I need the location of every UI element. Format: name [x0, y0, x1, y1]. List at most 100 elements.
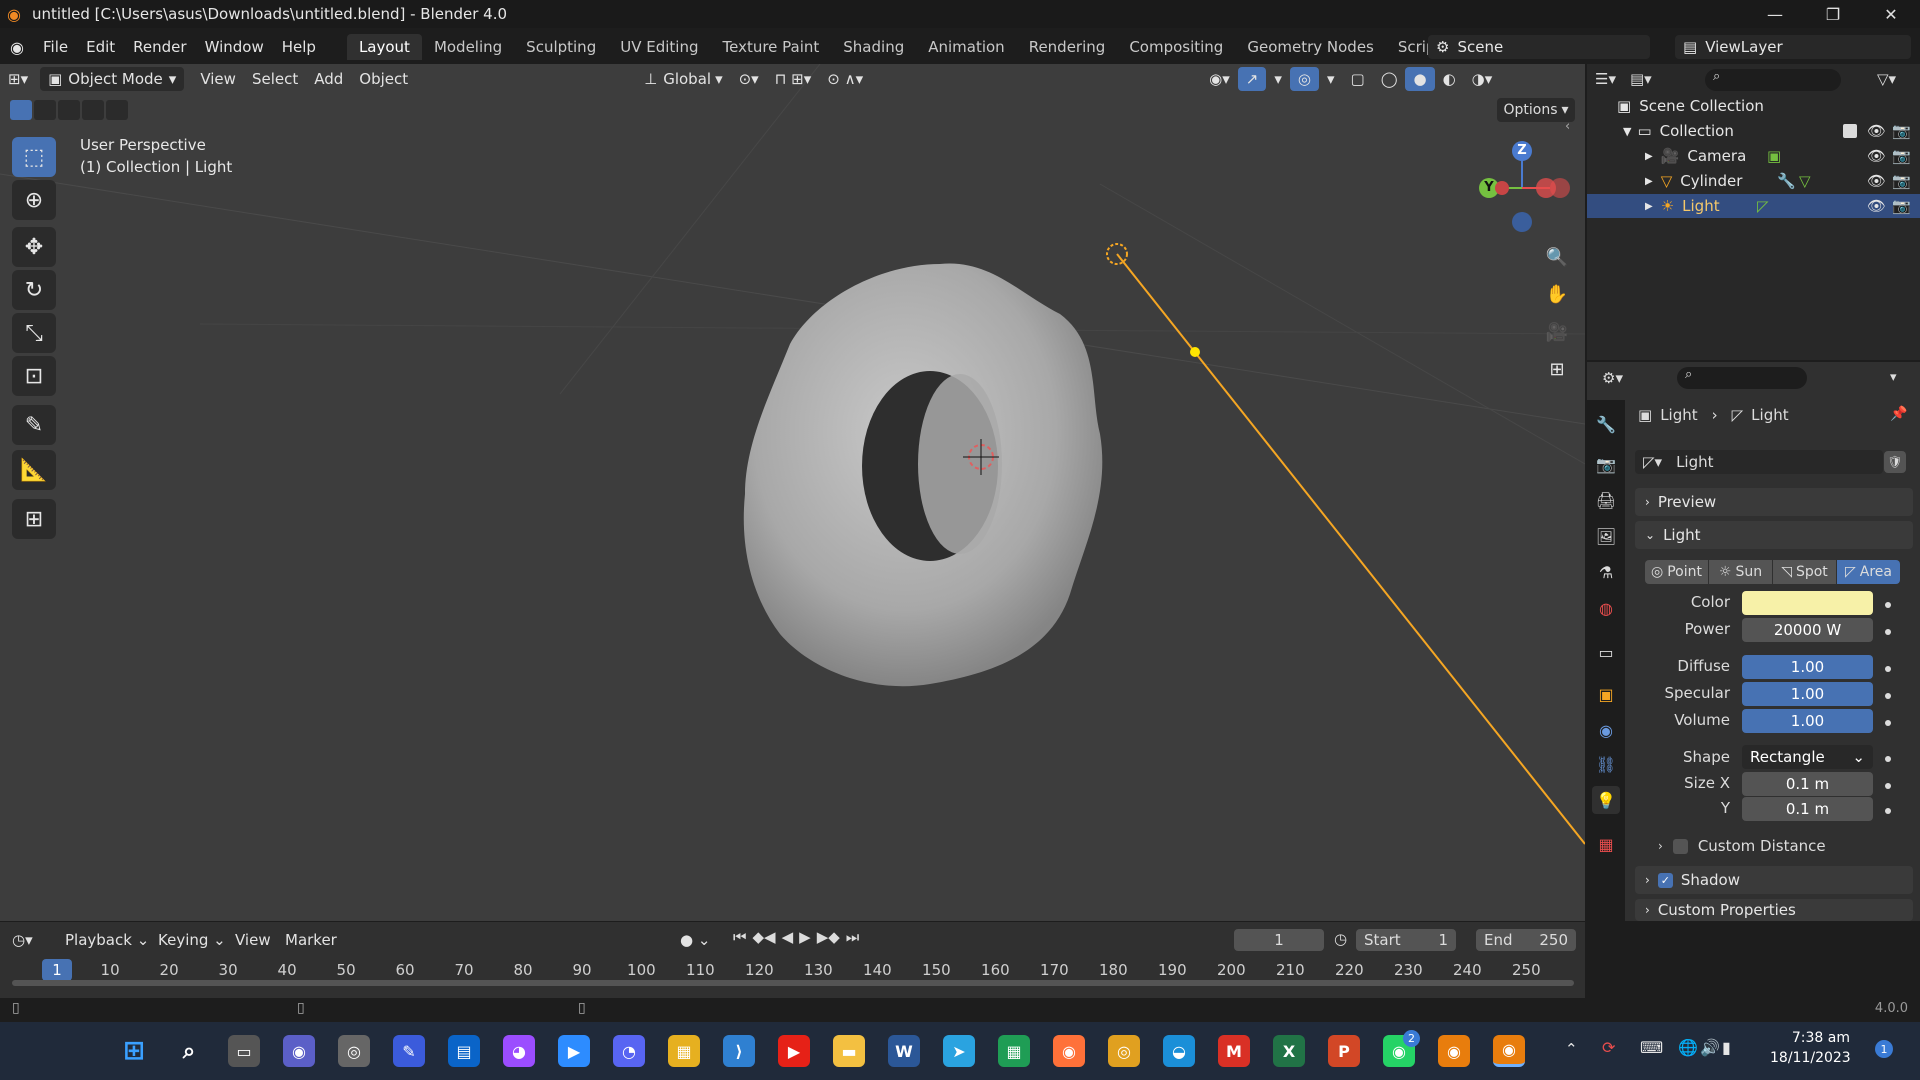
menu-object[interactable]: Object — [351, 67, 416, 91]
battery-icon[interactable]: ▮ — [1722, 1038, 1731, 1057]
notification-badge[interactable]: 1 — [1875, 1040, 1893, 1058]
overlay-dropdown-icon[interactable]: ▾ — [1319, 67, 1343, 91]
annotate-tool-icon[interactable]: ✎ — [12, 405, 56, 445]
light-type-sun[interactable]: ☼ Sun — [1708, 560, 1772, 584]
collection-tab-icon[interactable]: ▭ — [1592, 638, 1620, 666]
start-frame-field[interactable]: Start 1 — [1356, 929, 1456, 951]
options-button[interactable]: Options ▾ — [1497, 98, 1575, 122]
discord-icon[interactable]: ◔ — [613, 1035, 645, 1067]
panel-light[interactable]: ⌄ Light — [1635, 521, 1913, 549]
marker-menu[interactable]: Marker — [285, 931, 337, 949]
outliner-item-camera[interactable]: ▶ 🎥 Camera ▣ 👁 📷 — [1587, 144, 1920, 168]
minimize-button[interactable]: — — [1746, 0, 1804, 28]
maximize-button[interactable]: ❐ — [1804, 0, 1862, 28]
physics-tab-icon[interactable]: ◉ — [1592, 716, 1620, 744]
playback-menu[interactable]: Playback ⌄ — [65, 931, 149, 949]
tab-layout[interactable]: Layout — [346, 34, 422, 60]
filter-icon[interactable]: ▽▾ — [1877, 70, 1896, 88]
outliner-editor-icon[interactable]: ☰▾ — [1595, 70, 1616, 88]
firefox-icon[interactable]: ◉ — [1053, 1035, 1085, 1067]
display-mode-icon[interactable]: ▤▾ — [1630, 70, 1652, 88]
shadow-checkbox[interactable]: ✓ — [1657, 872, 1673, 888]
overlay-toggle-icon[interactable]: ◎ — [1289, 67, 1319, 91]
camera-view-icon[interactable]: 🎥 — [1540, 315, 1574, 349]
expand-arrow-icon[interactable]: ▶ — [1645, 201, 1653, 212]
tab-geometry-nodes[interactable]: Geometry Nodes — [1235, 34, 1386, 60]
keyframe-dot[interactable] — [1885, 693, 1891, 699]
select-new-icon[interactable] — [10, 100, 32, 120]
expand-arrow-icon[interactable]: ▶ — [1645, 176, 1653, 187]
end-frame-field[interactable]: End 250 — [1476, 929, 1576, 951]
clock-date[interactable]: 18/11/2023 — [1770, 1050, 1851, 1066]
menu-edit[interactable]: Edit — [77, 34, 124, 60]
tab-shading[interactable]: Shading — [831, 34, 916, 60]
mode-selector[interactable]: ▣ Object Mode ▾ — [40, 67, 185, 91]
prev-keyframe-icon[interactable]: ◆◀ — [753, 928, 776, 946]
tab-uv-editing[interactable]: UV Editing — [608, 34, 710, 60]
measure-tool-icon[interactable]: 📐 — [12, 450, 56, 490]
youtube-icon[interactable]: ▶ — [778, 1035, 810, 1067]
menu-add[interactable]: Add — [306, 67, 351, 91]
transform-orientation[interactable]: ⊥ Global ▾ — [636, 67, 730, 91]
keyframe-dot[interactable] — [1885, 783, 1891, 789]
size-y-field[interactable]: 0.1 m — [1742, 797, 1873, 821]
properties-dropdown-icon[interactable]: ▾ — [1890, 370, 1897, 385]
timeline-scrollbar[interactable] — [12, 980, 1574, 986]
sheets-app-icon[interactable]: ▦ — [998, 1035, 1030, 1067]
keyframe-dot[interactable] — [1885, 602, 1891, 608]
timeline-editor-icon[interactable]: ◷▾ — [12, 931, 33, 949]
gmail-icon[interactable]: M — [1218, 1035, 1250, 1067]
menu-help[interactable]: Help — [273, 34, 325, 60]
rendered-shading-icon[interactable]: ◑▾ — [1464, 67, 1501, 91]
light-type-area[interactable]: ◸ Area — [1836, 560, 1900, 584]
panel-preview[interactable]: › Preview — [1635, 488, 1913, 516]
object-tab-icon[interactable]: ▣ — [1592, 680, 1620, 708]
jump-end-icon[interactable]: ⏭ — [846, 928, 860, 946]
select-subtract-icon[interactable] — [58, 100, 80, 120]
sync-icon[interactable]: ⟳ — [1602, 1038, 1615, 1057]
editor-type-button[interactable]: ⊞▾ — [0, 67, 36, 91]
menu-file[interactable]: File — [34, 34, 77, 60]
shape-dropdown[interactable]: Rectangle ⌄ — [1742, 745, 1873, 769]
tab-rendering[interactable]: Rendering — [1017, 34, 1118, 60]
tab-compositing[interactable]: Compositing — [1117, 34, 1235, 60]
vscode-icon[interactable]: ⟩ — [723, 1035, 755, 1067]
current-frame-field[interactable]: 1 — [1234, 929, 1324, 951]
word-icon[interactable]: W — [888, 1035, 920, 1067]
pen-app-icon[interactable]: ✎ — [393, 1035, 425, 1067]
diffuse-slider[interactable]: 1.00 — [1742, 655, 1873, 679]
language-globe-icon[interactable]: 🌐 — [1678, 1038, 1698, 1057]
view-layer-selector[interactable]: ▤ ViewLayer — [1675, 35, 1911, 59]
task-view-icon[interactable]: ▭ — [228, 1035, 260, 1067]
menu-render[interactable]: Render — [124, 34, 195, 60]
menu-window[interactable]: Window — [196, 34, 273, 60]
keyframe-dot[interactable] — [1885, 756, 1891, 762]
volume-icon[interactable]: 🔊 — [1700, 1038, 1720, 1057]
torus-mesh[interactable] — [743, 263, 1103, 687]
subpanel-custom-distance[interactable]: › Custom Distance — [1658, 837, 1826, 855]
output-tab-icon[interactable]: 🖨 — [1592, 486, 1620, 514]
light-color-swatch[interactable] — [1742, 591, 1873, 615]
eye-icon[interactable]: 👁 — [1867, 197, 1886, 215]
3d-viewport[interactable]: Z Y ‹ — [0, 64, 1585, 921]
material-shading-icon[interactable]: ◐ — [1435, 67, 1464, 91]
next-keyframe-icon[interactable]: ▶◆ — [817, 928, 840, 946]
select-box-tool-icon[interactable]: ⬚ — [12, 137, 56, 177]
expand-arrow-icon[interactable]: ▶ — [1645, 151, 1653, 162]
outliner-collection[interactable]: ▼ ▭ Collection 👁 📷 — [1587, 119, 1920, 143]
eye-icon[interactable]: 👁 — [1867, 122, 1886, 140]
custom-distance-checkbox[interactable] — [1672, 838, 1688, 854]
keyframe-dot[interactable] — [1885, 629, 1891, 635]
view-layer-tab-icon[interactable]: 🖼 — [1592, 522, 1620, 550]
microsoft-store-icon[interactable]: ▦ — [668, 1035, 700, 1067]
file-explorer-icon[interactable]: ▬ — [833, 1035, 865, 1067]
render-camera-icon[interactable]: 📷 — [1892, 122, 1911, 140]
eye-icon[interactable]: 👁 — [1867, 172, 1886, 190]
scene-selector[interactable]: ⚙ Scene — [1428, 35, 1650, 59]
menu-select[interactable]: Select — [244, 67, 306, 91]
properties-editor-icon[interactable]: ⚙▾ — [1602, 369, 1623, 387]
properties-search-input[interactable]: ⌕ — [1677, 367, 1807, 389]
snap-icon[interactable]: ⊓ ⊞▾ — [767, 67, 820, 91]
select-intersect-icon[interactable] — [106, 100, 128, 120]
exclude-checkbox[interactable] — [1843, 124, 1857, 138]
